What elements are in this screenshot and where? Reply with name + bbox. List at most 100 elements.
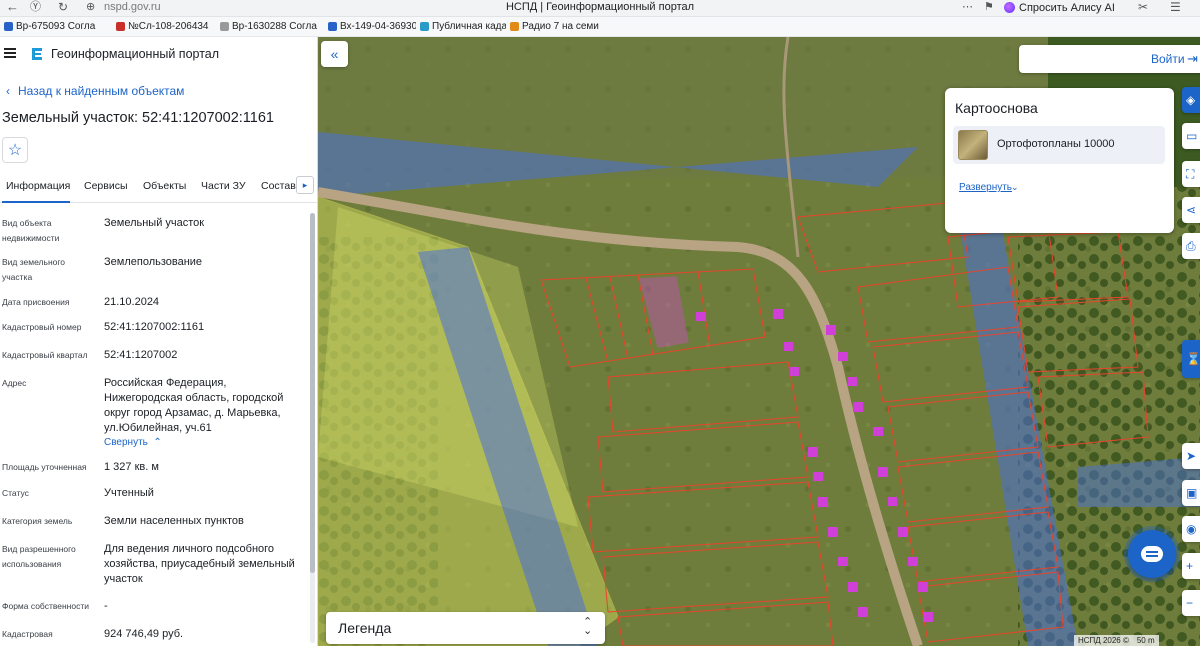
tabs-scroll-right-button[interactable]: ▸ — [296, 176, 314, 194]
browser-toolbar: ← Ⓨ ↻ ⊕ nspd.gov.ru НСПД | Геоинформацио… — [0, 0, 1200, 17]
document-icon — [116, 22, 125, 31]
attribute-key: Вид разрешенного использования — [2, 544, 76, 569]
chevron-up-icon: ⌃ — [150, 437, 162, 448]
attribute-key: Дата присвоения — [2, 297, 70, 307]
attribute-value: 52:41:1207002 — [104, 349, 178, 361]
tab-information[interactable]: Информация — [6, 180, 70, 192]
info-tabs: Информация Сервисы Объекты Части ЗУ Сост… — [0, 175, 318, 203]
basemap-option[interactable]: Ортофотопланы 10000 — [953, 126, 1165, 164]
attribute-value: Землепользование — [104, 256, 203, 268]
tab-composition[interactable]: Состав — [261, 180, 296, 192]
chevron-up-down-icon: ⌃ ⌄ — [583, 616, 593, 637]
attribute-value: 924 746,49 руб. — [104, 628, 184, 640]
ask-alice-label: Спросить Алису AI — [1019, 1, 1115, 14]
layers-button[interactable]: ◈ — [1182, 87, 1200, 113]
zoom-in-button[interactable]: + — [1182, 553, 1200, 579]
scale-distance: 50 m — [1136, 636, 1155, 645]
zoom-out-button[interactable]: − — [1182, 590, 1200, 616]
basemap-option-label: Ортофотопланы 10000 — [997, 138, 1115, 150]
chat-icon — [1141, 546, 1163, 562]
address-bar[interactable]: nspd.gov.ru — [104, 1, 161, 13]
scrollbar-thumb[interactable] — [310, 213, 315, 573]
attribute-key: Статус — [2, 488, 29, 498]
attribute-value: Земли населенных пунктов — [104, 515, 244, 527]
search-location-button[interactable]: ◉ — [1182, 516, 1200, 542]
radio-icon — [510, 22, 519, 31]
map-view[interactable]: « Войти ⇥ Картооснова Ортофотопланы 1000… — [318, 37, 1200, 646]
double-chevron-left-icon: « — [330, 46, 339, 62]
print-button[interactable]: ⎙ — [1182, 233, 1200, 259]
bookmark-item[interactable]: Вх-149-04-369304 — [324, 21, 416, 32]
login-icon: ⇥ — [1187, 51, 1198, 66]
map-icon — [420, 22, 429, 31]
select-area-button[interactable]: ⛶ — [1182, 161, 1200, 187]
location-arrow-icon: ➤ — [1186, 449, 1197, 463]
favorite-button[interactable]: ☆ — [2, 137, 28, 163]
star-icon: ☆ — [7, 142, 23, 159]
menu-icon[interactable] — [4, 48, 16, 58]
attribute-key: Вид объекта недвижимости — [2, 218, 60, 243]
lock-icon: ⊕ — [86, 1, 96, 13]
expand-link[interactable]: Развернуть — [959, 182, 1012, 193]
attribute-value: - — [104, 600, 108, 612]
attribute-key: Кадастровый квартал — [2, 350, 88, 360]
object-info-panel: Геоинформационный портал ‹ Назад к найде… — [0, 37, 318, 646]
bookmark-item[interactable]: Вр-1630288 Согла — [216, 21, 324, 32]
page-title: Земельный участок: 52:41:1207002:1161 — [2, 110, 274, 126]
bookmark-item[interactable]: Вр-675093 Согла — [0, 21, 112, 32]
collapse-address-link[interactable]: Свернуть ⌃ — [104, 437, 162, 448]
scale-bar: НСПД 2026 © 50 m — [1074, 635, 1159, 646]
print-icon: ⎙ — [1186, 238, 1196, 253]
bookmarks-bar: Вр-675093 Согла №Сл-108-206434 Вр-163028… — [0, 17, 1200, 37]
layers-icon: ◈ — [1186, 93, 1196, 107]
back-label: Назад к найденным объектам — [18, 84, 185, 98]
attribute-key: Вид земельного участка — [2, 257, 66, 282]
attribute-key: Форма собственности — [2, 601, 89, 611]
portal-name: Геоинформационный портал — [51, 47, 220, 61]
share-icon: ⋖ — [1186, 203, 1197, 217]
downloads-icon[interactable]: ☰ — [1170, 0, 1181, 16]
login-label: Войти — [1151, 52, 1185, 66]
alice-icon — [1004, 2, 1015, 13]
tab-objects[interactable]: Объекты — [143, 180, 186, 192]
active-tab-indicator — [2, 201, 70, 203]
login-bar[interactable]: Войти ⇥ — [1019, 45, 1200, 73]
bookmark-icon[interactable]: ⚑ — [984, 0, 994, 16]
select-area-icon: ⛶ — [1186, 166, 1195, 181]
plus-icon: + — [1186, 559, 1194, 573]
yandex-icon[interactable]: Ⓨ — [30, 0, 41, 16]
tab-services[interactable]: Сервисы — [84, 180, 128, 192]
panel-scrollbar[interactable] — [310, 213, 315, 643]
extension-icon[interactable]: ✂ — [1138, 0, 1148, 16]
legend-label: Легенда — [338, 620, 392, 636]
attribute-value: Земельный участок — [104, 217, 205, 229]
bookmark-item[interactable]: Публичная кадас — [416, 21, 506, 32]
chat-button[interactable] — [1128, 530, 1176, 578]
minus-icon: − — [1186, 596, 1194, 610]
attribute-key: Кадастровый номер — [2, 322, 82, 332]
share-button[interactable]: ⋖ — [1182, 197, 1200, 223]
geolocation-button[interactable]: ➤ — [1182, 443, 1200, 469]
document-icon — [4, 22, 13, 31]
basemap-title: Картооснова — [955, 100, 1038, 116]
ruler-button[interactable]: ▭ — [1182, 123, 1200, 149]
chevron-down-icon[interactable]: ⌄ — [1011, 182, 1019, 193]
bookmark-item[interactable]: Радио 7 на семи — [506, 21, 606, 32]
legend-dropdown[interactable]: Легенда ⌃ ⌄ — [326, 612, 605, 644]
back-arrow-icon[interactable]: ← — [6, 0, 19, 16]
document-icon — [220, 22, 229, 31]
orthophoto-thumbnail — [958, 130, 988, 160]
minimap-button[interactable]: ▣ — [1182, 480, 1200, 506]
ruler-icon: ▭ — [1186, 129, 1198, 143]
ask-alice-button[interactable]: Спросить Алису AI — [1004, 0, 1115, 15]
menu-dots-icon[interactable]: ⋯ — [962, 0, 973, 16]
basemap-panel: Картооснова Ортофотопланы 10000 Разверну… — [945, 88, 1174, 233]
reload-icon[interactable]: ↻ — [58, 0, 68, 16]
back-to-results-link[interactable]: ‹ Назад к найденным объектам — [6, 84, 184, 98]
tab-parcel-parts[interactable]: Части ЗУ — [201, 180, 246, 192]
collapse-panel-button[interactable]: « — [321, 41, 348, 67]
attribute-value: Учтенный — [104, 487, 154, 499]
measure-button[interactable]: ⌛ — [1182, 340, 1200, 378]
attribute-value: 1 327 кв. м — [104, 461, 159, 473]
bookmark-item[interactable]: №Сл-108-206434 — [112, 21, 216, 32]
